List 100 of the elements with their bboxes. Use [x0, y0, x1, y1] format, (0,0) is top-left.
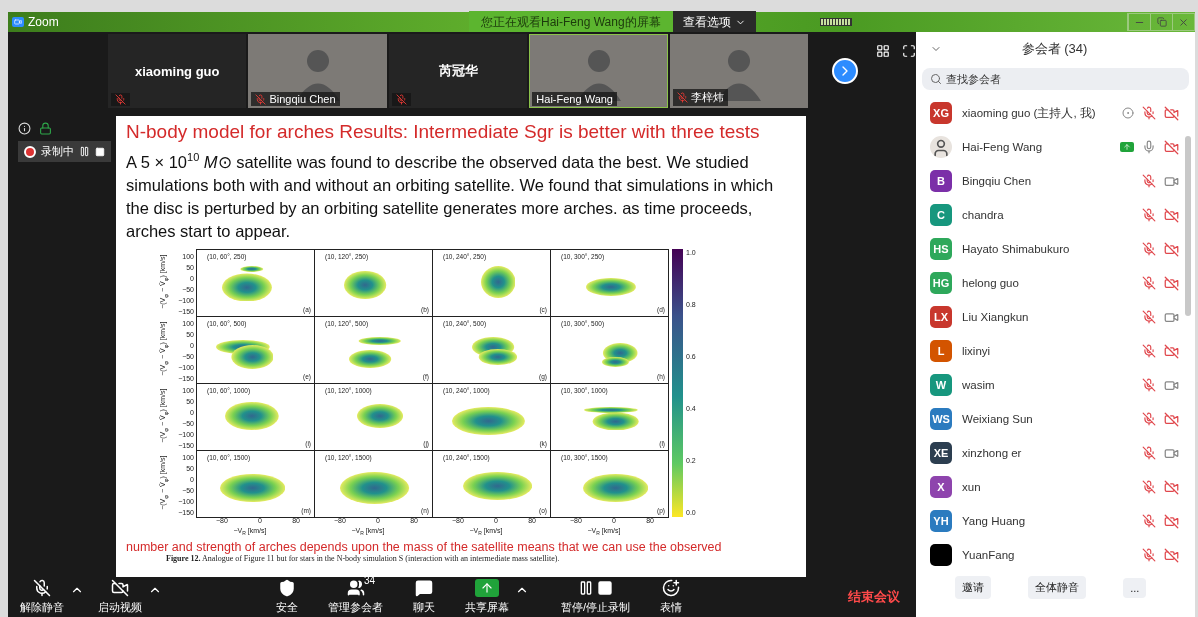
video-off-icon[interactable] — [1164, 139, 1179, 155]
video-off-icon[interactable] — [1164, 547, 1179, 563]
video-off-icon[interactable] — [1164, 275, 1179, 291]
avatar: HG — [930, 272, 952, 294]
mic-off-icon[interactable] — [1142, 310, 1156, 324]
participant-row[interactable]: L lixinyi — [916, 334, 1179, 368]
participant-row[interactable]: HS Hayato Shimabukuro — [916, 232, 1179, 266]
toolbar-button[interactable]: 表情 — [654, 579, 689, 615]
video-tile[interactable]: Bingqiu Chen — [248, 34, 387, 108]
participant-name: xun — [962, 481, 982, 493]
density-map-drawing — [344, 270, 387, 299]
pause-icon[interactable] — [79, 146, 90, 157]
mic-off-icon — [33, 579, 51, 597]
mic-off-icon[interactable] — [1142, 208, 1156, 222]
mic-off-icon[interactable] — [1142, 480, 1156, 494]
density-map-drawing — [480, 266, 516, 298]
participant-name: Yang Huang — [962, 515, 1027, 527]
panel-button[interactable]: 邀请 — [954, 576, 991, 599]
app-name: Zoom — [28, 15, 59, 29]
slide-text: A 5 × 10$^{10}$ M⊙ satellite was found to describe the observed data the best. We studied simulations both with and without an orbiting satellite. We found that simulations in which the disc is perturbed by an orbiting satellite generates more arches. as time proceeds, arches start to appear. — [126, 150, 775, 242]
arrow-up-icon — [480, 581, 494, 595]
close-icon — [1178, 16, 1189, 28]
participant-row[interactable]: B Bingqiu Chen — [916, 164, 1179, 198]
fullscreen-icon[interactable] — [902, 44, 916, 58]
participant-row[interactable]: HG helong guo — [916, 266, 1179, 300]
slide-text: number and strength of arches depends upon the mass of the satellite means that we can use the observed — [126, 539, 723, 554]
slide-title: N-body model for arches Results: Intermediate Sgr is better with three tests — [126, 120, 761, 144]
video-tile[interactable]: Hai-Feng Wang — [529, 34, 668, 108]
lock-icon[interactable] — [39, 122, 52, 135]
participant-name: Bingqiu Chen — [269, 93, 336, 105]
mic-off-icon[interactable] — [1142, 378, 1156, 392]
mic-off-icon[interactable] — [1142, 276, 1156, 290]
mic-off-icon[interactable] — [1142, 106, 1156, 120]
participant-row[interactable]: Hai-Feng Wang — [916, 130, 1179, 164]
toolbar-button[interactable]: 安全 — [270, 579, 304, 615]
toolbar-button[interactable]: 启动视频 — [92, 579, 148, 615]
density-map-drawing — [349, 336, 401, 368]
app-logo-icon — [12, 17, 24, 27]
participant-name: Hai-Feng Wang — [536, 93, 613, 105]
end-meeting-button[interactable]: 结束会议 — [842, 587, 906, 607]
participant-row[interactable]: YH Yang Huang — [916, 504, 1179, 538]
participant-row[interactable]: YuanFang — [916, 538, 1179, 572]
mic-off-icon[interactable] — [1142, 174, 1156, 188]
toolbar-button[interactable]: 解除静音 — [14, 579, 70, 615]
video-off-icon[interactable] — [1164, 105, 1179, 121]
video-off-icon[interactable] — [1164, 411, 1179, 427]
info-icon[interactable] — [18, 122, 31, 135]
video-off-icon — [111, 579, 129, 597]
video-off-icon[interactable] — [1164, 513, 1179, 529]
avatar-silhouette — [930, 136, 952, 158]
density-map-drawing — [602, 342, 638, 367]
mic-off-icon[interactable] — [1142, 446, 1156, 460]
video-off-icon[interactable] — [1164, 207, 1179, 223]
mic-off-icon[interactable] — [1142, 242, 1156, 256]
participant-row[interactable]: WS Weixiang Sun — [916, 402, 1179, 436]
search-field[interactable]: 查找参会者 — [922, 68, 1189, 90]
mic-off-icon[interactable] — [1142, 514, 1156, 528]
video-off-icon[interactable] — [1164, 241, 1179, 257]
video-tile[interactable]: xiaoming guo — [108, 34, 247, 108]
participant-name: helong guo — [962, 277, 1020, 289]
toolbar-button[interactable]: 聊天 — [407, 579, 441, 615]
stop-icon[interactable] — [95, 146, 105, 157]
record-dot-icon — [24, 145, 36, 158]
avatar: XE — [930, 442, 952, 464]
scrollbar[interactable] — [1185, 136, 1191, 316]
participant-row[interactable]: W wasim — [916, 368, 1179, 402]
avatar: HS — [930, 238, 952, 260]
density-map-drawing — [583, 474, 649, 502]
mic-off-icon[interactable] — [1142, 548, 1156, 562]
video-off-icon[interactable] — [1164, 343, 1179, 359]
participant-row[interactable]: C chandra — [916, 198, 1179, 232]
search-icon — [930, 73, 942, 85]
viewing-banner: 您正在观看Hai-Feng Wang的屏幕 — [469, 10, 673, 34]
avatar: LX — [930, 306, 952, 328]
panel-button[interactable]: ... — [1123, 577, 1147, 598]
density-map-drawing — [463, 471, 533, 500]
participant-row[interactable]: XE xinzhong er — [916, 436, 1179, 470]
recording-label: 录制中 — [41, 144, 74, 159]
participant-name: lixinyi — [962, 345, 992, 357]
panel-button[interactable]: 全体静音 — [1027, 576, 1086, 599]
video-tile[interactable]: 李梓炜 — [669, 34, 809, 108]
layout-icon[interactable] — [876, 44, 890, 58]
avatar: WS — [930, 408, 952, 430]
mic-icon[interactable] — [1142, 140, 1156, 154]
panel-title: 参会者 (34) — [1020, 40, 1089, 58]
participant-row[interactable]: XG xiaoming guo (主持人, 我) — [916, 96, 1179, 130]
stop-icon — [597, 580, 614, 596]
participant-row[interactable]: X xun — [916, 470, 1179, 504]
video-off-icon[interactable] — [1164, 479, 1179, 495]
mic-off-icon[interactable] — [1142, 344, 1156, 358]
toolbar-button[interactable]: 共享屏幕 — [459, 579, 515, 615]
mic-off-icon[interactable] — [1142, 412, 1156, 426]
toolbar-button[interactable]: 暂停/停止录制 — [555, 579, 637, 615]
video-tile[interactable]: 芮冠华 — [388, 34, 528, 108]
participant-name: xiaoming guo (主持人, 我) — [962, 105, 1097, 121]
participant-name: chandra — [962, 209, 1005, 221]
participant-row[interactable]: LX Liu Xiangkun — [916, 300, 1179, 334]
next-page-button[interactable] — [832, 58, 858, 84]
level-meter-drawing — [820, 18, 853, 26]
participant-name: xinzhong er — [962, 447, 1023, 459]
